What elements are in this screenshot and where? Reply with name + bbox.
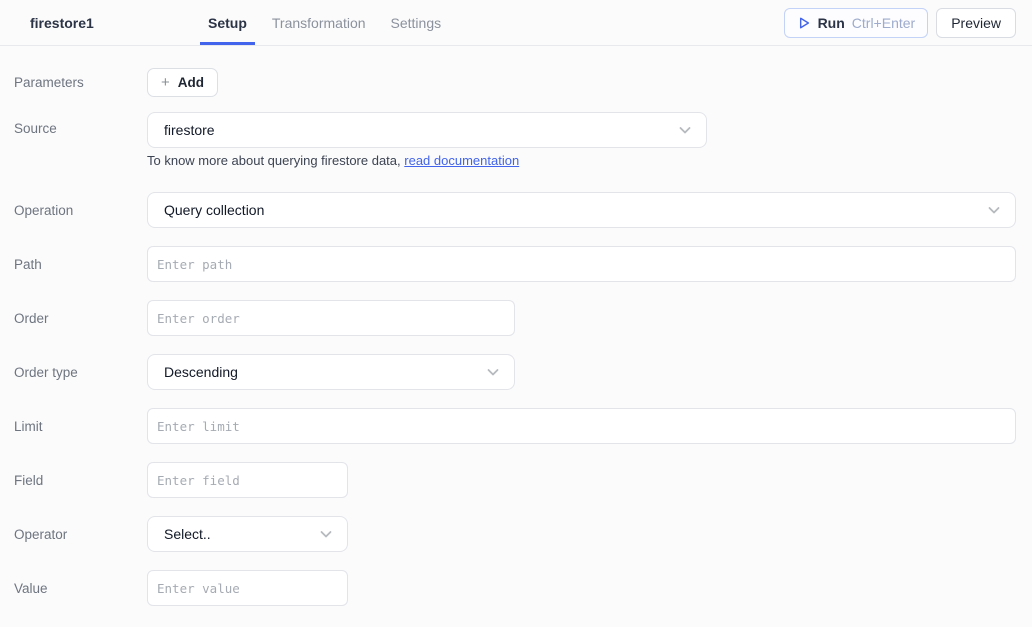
preview-button[interactable]: Preview (936, 8, 1016, 38)
query-editor-header: firestore1 Setup Transformation Settings… (0, 0, 1032, 46)
operator-select-value: Select.. (164, 526, 211, 542)
chevron-down-icon (677, 122, 693, 138)
field-input[interactable] (147, 462, 348, 498)
plus-icon: + (161, 75, 170, 90)
chevron-down-icon (485, 364, 501, 380)
query-title: firestore1 (30, 0, 200, 45)
field-label: Field (14, 473, 147, 488)
operation-select-value: Query collection (164, 202, 264, 218)
tab-settings[interactable]: Settings (383, 0, 450, 45)
chevron-down-icon (318, 526, 334, 542)
operation-select[interactable]: Query collection (147, 192, 1016, 228)
operator-label: Operator (14, 527, 147, 542)
source-select-value: firestore (164, 122, 215, 138)
read-documentation-link[interactable]: read documentation (404, 153, 519, 168)
run-button-label: Run (818, 15, 845, 31)
tab-bar: Setup Transformation Settings (200, 0, 458, 45)
path-label: Path (14, 257, 147, 272)
order-label: Order (14, 311, 147, 326)
query-setup-form: Parameters + Add Source firestore To kno… (0, 46, 1032, 606)
limit-label: Limit (14, 419, 147, 434)
order-input[interactable] (147, 300, 515, 336)
order-type-label: Order type (14, 365, 147, 380)
operation-label: Operation (14, 203, 147, 218)
tab-transformation[interactable]: Transformation (264, 0, 374, 45)
path-input[interactable] (147, 246, 1016, 282)
play-icon (797, 16, 811, 30)
source-help-text: To know more about querying firestore da… (147, 153, 1016, 168)
operator-select[interactable]: Select.. (147, 516, 348, 552)
run-shortcut-hint: Ctrl+Enter (852, 15, 915, 31)
tab-setup[interactable]: Setup (200, 0, 255, 45)
source-select[interactable]: firestore (147, 112, 707, 148)
value-input[interactable] (147, 570, 348, 606)
value-label: Value (14, 581, 147, 596)
chevron-down-icon (986, 202, 1002, 218)
add-parameter-label: Add (178, 75, 204, 90)
order-type-select[interactable]: Descending (147, 354, 515, 390)
header-actions: Run Ctrl+Enter Preview (784, 0, 1016, 45)
parameters-label: Parameters (14, 75, 147, 90)
run-button[interactable]: Run Ctrl+Enter (784, 8, 929, 38)
limit-input[interactable] (147, 408, 1016, 444)
source-help-prefix: To know more about querying firestore da… (147, 153, 404, 168)
order-type-select-value: Descending (164, 364, 238, 380)
source-label: Source (14, 112, 147, 136)
add-parameter-button[interactable]: + Add (147, 68, 218, 97)
